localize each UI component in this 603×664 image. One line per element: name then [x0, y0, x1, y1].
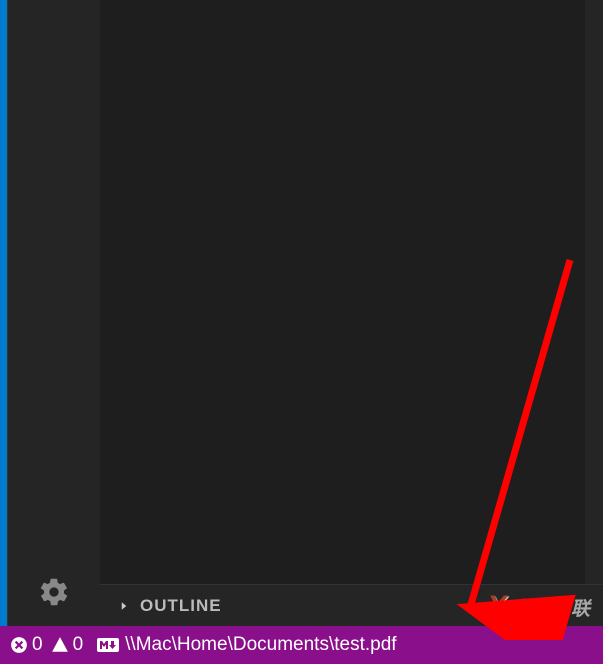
warnings-status-item[interactable]: 0	[51, 634, 84, 656]
activity-bar-edge	[0, 0, 8, 626]
markdown-icon	[97, 637, 119, 653]
explorer-panel: OUTLINE	[100, 0, 603, 626]
explorer-empty-area	[100, 0, 585, 584]
errors-status-item[interactable]: 0	[10, 634, 43, 656]
outline-label: OUTLINE	[140, 596, 222, 616]
output-file-path: \\Mac\Home\Documents\test.pdf	[125, 634, 396, 656]
error-icon	[10, 636, 28, 654]
errors-count: 0	[32, 634, 43, 656]
app-container: OUTLINE	[0, 0, 603, 626]
chevron-right-icon	[118, 600, 130, 612]
warnings-count: 0	[73, 634, 84, 656]
gear-icon[interactable]	[38, 576, 70, 608]
status-bar: 0 0 \\Mac\Home\Documents\test.pdf	[0, 626, 603, 664]
sidebar	[8, 0, 100, 626]
markdown-pdf-status-item[interactable]: \\Mac\Home\Documents\test.pdf	[97, 634, 396, 656]
warning-icon	[51, 636, 69, 654]
outline-section-header[interactable]: OUTLINE	[100, 584, 603, 626]
